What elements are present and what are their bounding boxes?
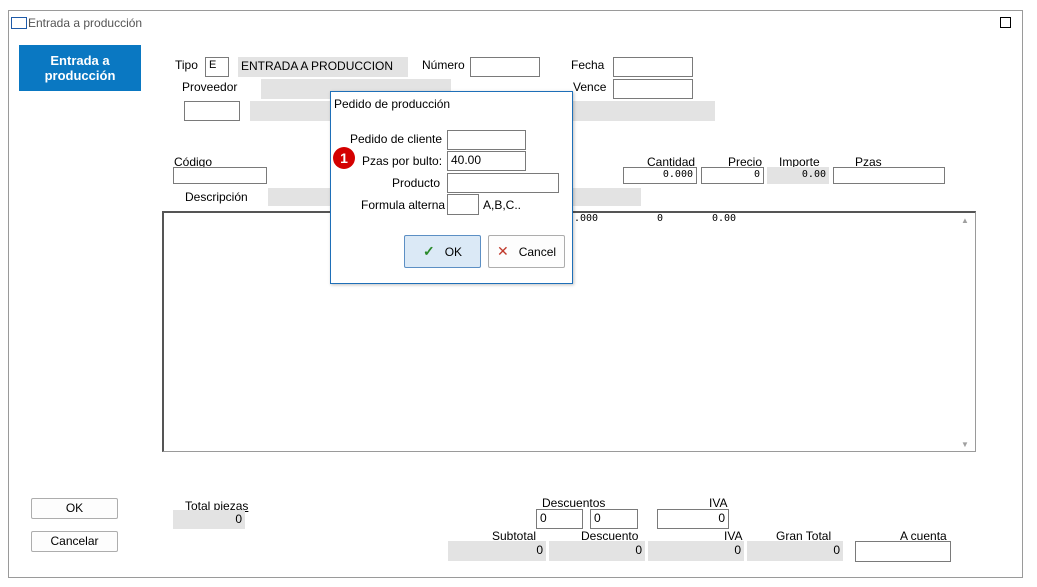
vence-label: Vence [573,80,607,94]
tipo-input[interactable]: E [205,57,229,77]
cancelar-button[interactable]: Cancelar [31,531,118,552]
dialog-cancel-label: Cancel [518,244,557,259]
iva-input[interactable]: 0 [657,509,729,529]
pedido-cliente-input[interactable] [447,130,526,150]
producto-input[interactable] [447,173,559,193]
total-piezas-value: 0 [173,510,245,529]
descuento1-input[interactable]: 0 [536,509,583,529]
checkmark-icon: ✓ [422,243,435,259]
cantidad-input[interactable]: 0.000 [623,167,697,184]
a-cuenta-input[interactable] [855,541,951,562]
ok-button[interactable]: OK [31,498,118,519]
pzas-bulto-label: Pzas por bulto: [362,154,443,168]
dialog-title: Pedido de producción [334,97,451,111]
numero-label: Número [422,58,465,72]
iva-total-value: 0 [648,541,744,561]
proveedor-label: Proveedor [182,80,238,94]
scroll-up-icon[interactable]: ▲ [961,216,969,225]
precio-input[interactable]: 0 [701,167,764,184]
importe-value: 0.00 [767,167,829,184]
iva-label: IVA [709,496,728,510]
producto-label: Producto [392,176,441,190]
descuentos-label: Descuentos [542,496,606,510]
proveedor-code-input[interactable] [184,101,240,121]
dialog-ok-button[interactable]: ✓ OK [404,235,481,268]
descripcion-label: Descripción [185,190,248,204]
step-badge: 1 [333,147,355,169]
descuento-value: 0 [549,541,645,561]
descuento2-input[interactable]: 0 [590,509,638,529]
grid-cell-importe: 0.00 [712,213,737,224]
numero-input[interactable] [470,57,540,77]
pzas-bulto-input[interactable]: 40.00 [447,151,526,171]
window-icon [11,17,27,29]
fecha-input[interactable] [613,57,693,77]
subtotal-value: 0 [448,541,546,561]
grid-cell-cantidad: .000 [574,213,599,224]
scroll-down-icon[interactable]: ▼ [961,440,969,449]
pzas-input[interactable] [833,167,945,184]
fecha-label: Fecha [571,58,605,72]
grid-cell-precio: 0 [657,213,664,224]
dialog-cancel-button[interactable]: ✕ Cancel [488,235,565,268]
gran-total-value: 0 [747,541,843,561]
window-title: Entrada a producción [28,16,143,30]
formula-alterna-input[interactable] [447,194,479,215]
codigo-input[interactable] [173,167,267,184]
dialog-ok-label: OK [444,244,463,259]
tipo-label: Tipo [175,58,198,72]
formula-hint: A,B,C.. [483,198,522,212]
cancel-x-icon: ✕ [496,243,509,259]
pedido-cliente-label: Pedido de cliente [350,132,443,146]
formula-alterna-label: Formula alterna [361,198,446,212]
module-tile[interactable]: Entrada a producción [19,45,141,91]
vence-input[interactable] [613,79,693,99]
tipo-description: ENTRADA A PRODUCCION [238,57,408,77]
maximize-icon[interactable] [1000,17,1011,28]
